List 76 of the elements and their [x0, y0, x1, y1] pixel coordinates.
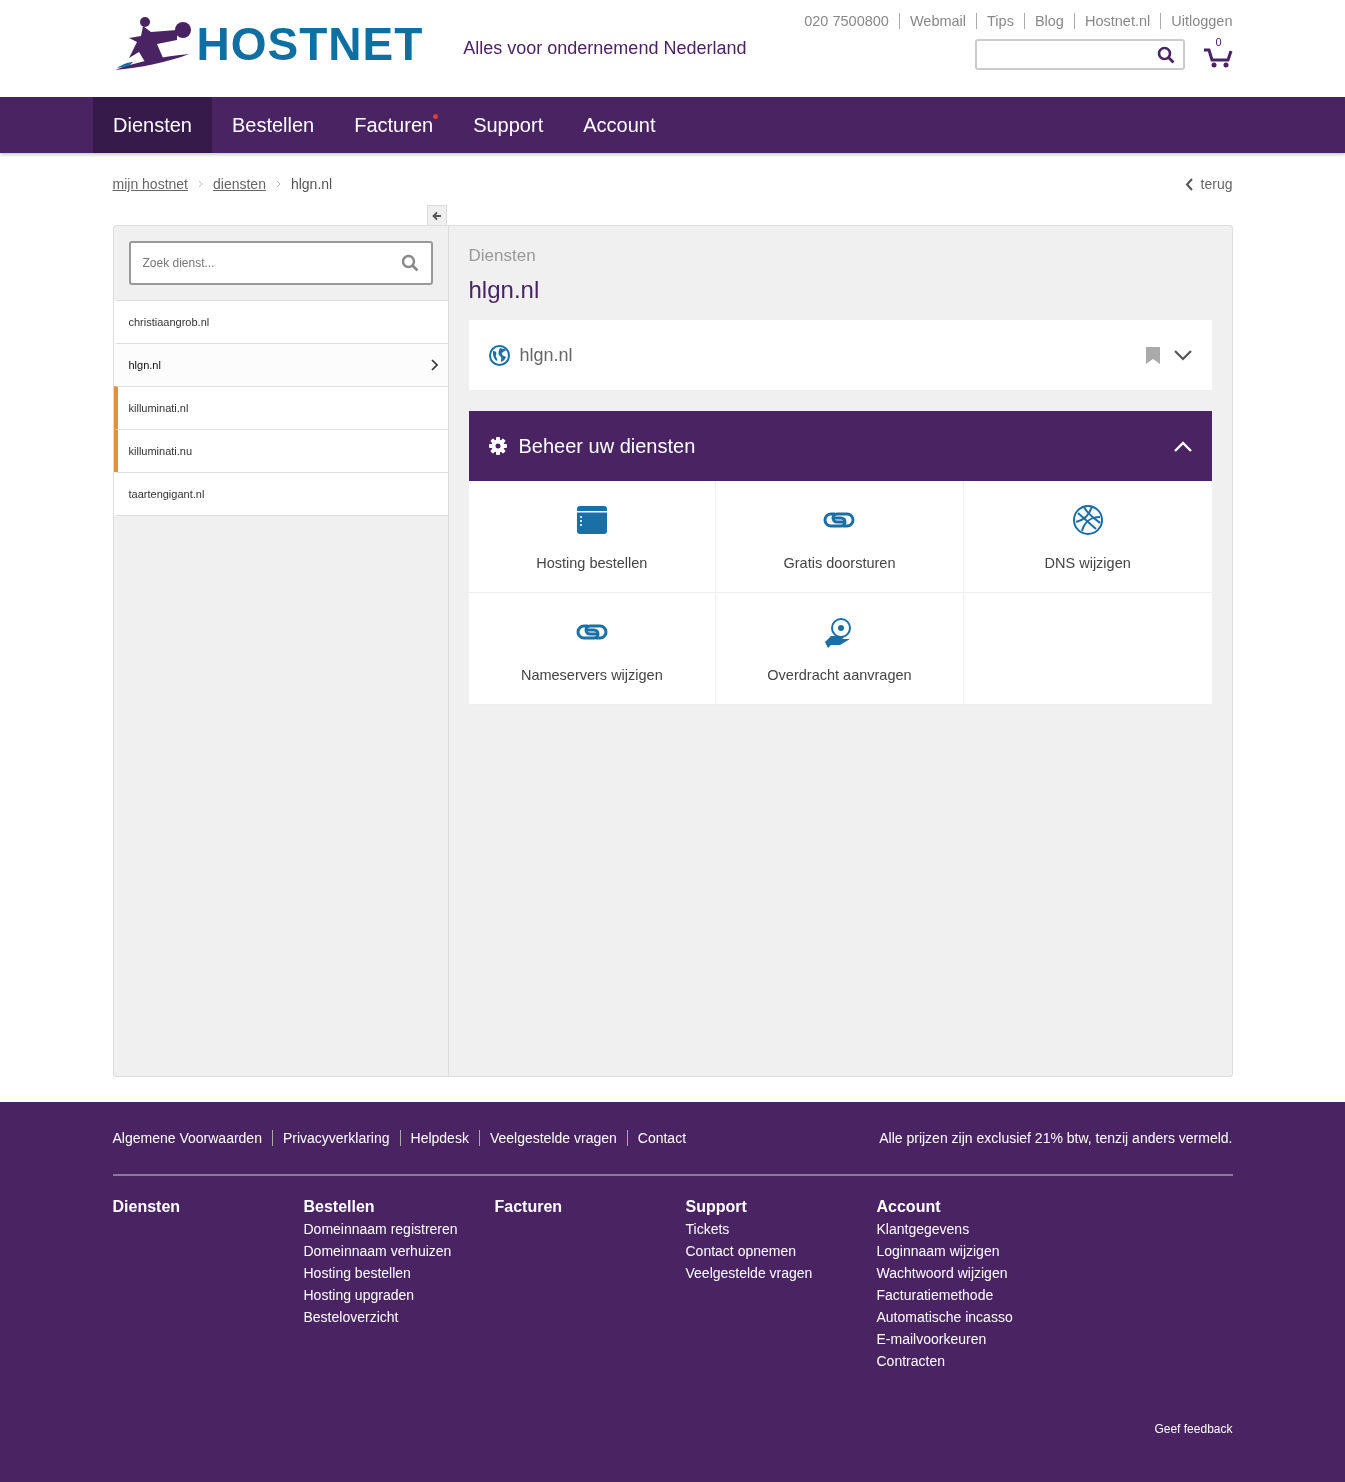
top-link[interactable]: Uitloggen [1160, 13, 1233, 29]
breadcrumb-separator-icon [198, 180, 203, 188]
footer-link[interactable]: Tickets [685, 1221, 730, 1237]
footer-link[interactable]: Hosting bestellen [303, 1265, 411, 1281]
top-link[interactable]: Tips [976, 13, 1024, 29]
footer-heading[interactable]: Facturen [494, 1198, 686, 1216]
domain-name: hlgn.nl [519, 344, 573, 366]
footer-link[interactable]: Domeinnaam verhuizen [303, 1243, 452, 1259]
footer-link[interactable]: E-mailvoorkeuren [876, 1331, 987, 1347]
page-title: hlgn.nl [468, 276, 541, 304]
breadcrumb-link[interactable]: mijn hostnet [112, 176, 188, 192]
domain-list-item[interactable]: taartengigant.nl [113, 472, 448, 516]
action-tile[interactable]: DNS wijzigen [963, 481, 1212, 593]
browser-window-icon [576, 505, 607, 534]
footer-link[interactable]: Facturatiemethode [876, 1287, 994, 1303]
domain-list-item[interactable]: hlgn.nl [113, 343, 448, 386]
panel-title: Beheer uw diensten [518, 434, 696, 458]
domain-list-item[interactable]: christiaangrob.nl [113, 300, 448, 343]
breadcrumb-separator-icon [275, 180, 281, 188]
top-link[interactable]: Webmail [898, 13, 977, 29]
manage-panel-header[interactable]: Beheer uw diensten [468, 411, 1212, 481]
domain-list-item[interactable]: killuminati.nl [113, 386, 448, 429]
footer-link[interactable]: Klantgegevens [876, 1221, 970, 1237]
footer-link[interactable]: Wachtwoord wijzigen [876, 1265, 1008, 1281]
collapse-button[interactable] [426, 205, 447, 225]
footer-link[interactable]: Besteloverzicht [303, 1309, 399, 1325]
back-link[interactable]: terug [1200, 176, 1233, 192]
footer-link[interactable]: Veelgestelde vragen [478, 1130, 627, 1146]
footer-link[interactable]: Domeinnaam registreren [303, 1221, 458, 1237]
tagline: Alles voor ondernemend Nederland [463, 38, 747, 59]
gear-icon [488, 437, 507, 455]
nav-tab[interactable]: Facturen [334, 97, 454, 153]
action-tile[interactable]: Nameservers wijzigen [468, 593, 717, 705]
chevron-down-icon[interactable] [1173, 349, 1192, 361]
footer-link[interactable]: Contact opnemen [685, 1243, 797, 1259]
footer-heading[interactable]: Diensten [112, 1198, 304, 1216]
nav-tab[interactable]: Diensten [93, 97, 212, 153]
footer-link[interactable]: Automatische incasso [876, 1309, 1013, 1325]
footer-link[interactable]: Loginnaam wijzigen [876, 1243, 1000, 1259]
chevron-right-icon [430, 359, 438, 371]
link-icon [575, 622, 608, 641]
domain-list-item[interactable]: killuminati.nu [113, 429, 448, 472]
nav-tab[interactable]: Bestellen [211, 97, 335, 153]
footer-link[interactable]: Veelgestelde vragen [685, 1265, 813, 1281]
footer-link[interactable]: Algemene Voorwaarden [112, 1130, 272, 1146]
search-field[interactable] [974, 39, 1185, 70]
action-tile[interactable]: Hosting bestellen [468, 481, 717, 593]
arrow-left-icon [431, 210, 442, 221]
footer-link[interactable]: Contracten [876, 1353, 945, 1369]
service-search-field[interactable]: Zoek dienst... [128, 241, 433, 285]
footer-link[interactable]: Contact [626, 1130, 697, 1146]
link-icon [823, 510, 856, 529]
logo-text[interactable]: HOSTNET [196, 17, 424, 71]
section-label: Diensten [468, 246, 537, 266]
footer-link[interactable]: Helpdesk [399, 1130, 479, 1146]
footer-link[interactable]: Hosting upgraden [303, 1287, 415, 1303]
top-link[interactable]: 020 7500800 [794, 13, 899, 29]
chevron-left-icon[interactable] [1184, 177, 1193, 191]
footer-heading[interactable]: Support [685, 1198, 877, 1216]
chevron-up-icon[interactable] [1173, 440, 1192, 452]
action-tile[interactable]: Gratis doorsturen [716, 481, 964, 593]
cart-count: 0 [1215, 35, 1222, 48]
search-icon[interactable] [1156, 45, 1175, 64]
top-link[interactable]: Blog [1023, 13, 1074, 29]
price-note: Alle prijzen zijn exclusief 21% btw, tenzij anders vermeld. [879, 1130, 1233, 1146]
footer-heading[interactable]: Bestellen [303, 1198, 495, 1216]
footer-link[interactable]: Privacyverklaring [271, 1130, 400, 1146]
nav-tab[interactable]: Support [453, 97, 564, 153]
breadcrumb-link[interactable]: diensten [213, 176, 266, 192]
top-link[interactable]: Hostnet.nl [1073, 13, 1161, 29]
footer-heading[interactable]: Account [876, 1198, 1068, 1216]
nav-tab[interactable]: Account [563, 97, 676, 153]
globe-icon [1071, 503, 1104, 536]
feedback-link[interactable]: Geef feedback [1154, 1422, 1233, 1436]
globe-icon [488, 344, 510, 366]
action-tile[interactable]: Overdracht aanvragen [716, 593, 964, 705]
